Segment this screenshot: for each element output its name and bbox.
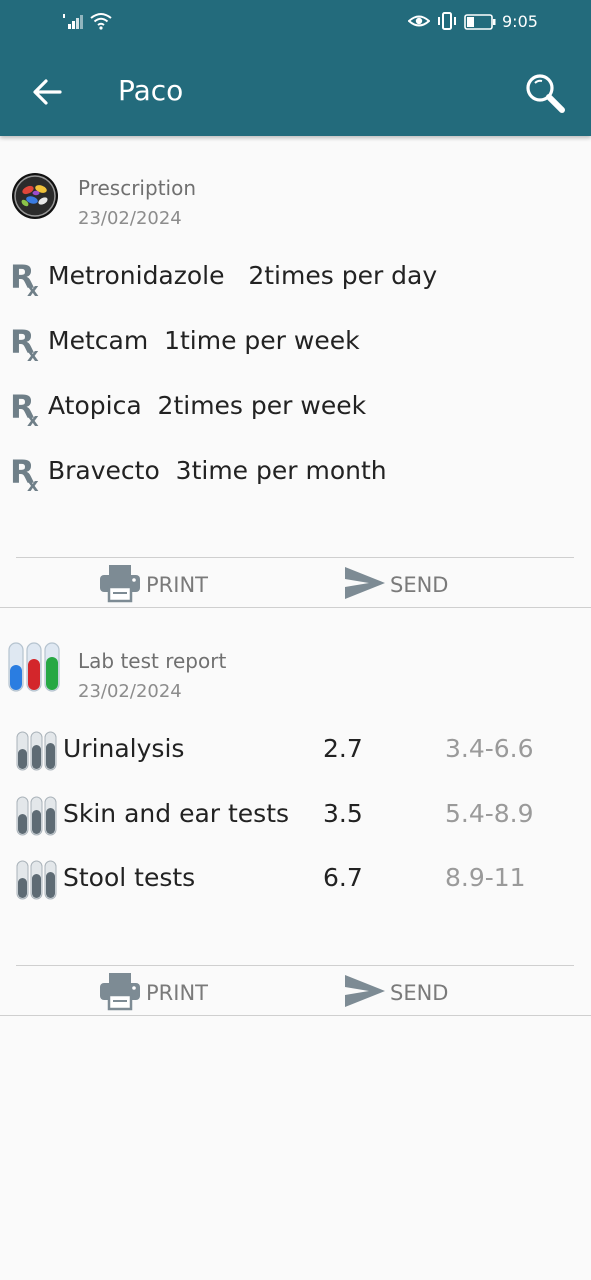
prescription-item: R x Bravecto 3time per month [10,451,570,495]
test-tube-icon [16,860,57,900]
rx-icon: R x [10,388,39,428]
printer-icon [100,565,140,603]
lab-test-name: Urinalysis [63,734,185,763]
lab-print-button[interactable]: PRINT [98,971,218,1011]
prescription-date: 23/02/2024 [78,208,182,229]
lab-test-value: 6.7 [323,863,363,892]
lab-report-title: Lab test report [78,649,227,673]
pills-bowl-icon [12,173,58,219]
printer-icon [100,973,140,1011]
status-time: 9:05 [502,12,538,31]
svg-text:x: x [27,410,39,428]
lab-test-row: Urinalysis 2.7 3.4-6.6 [16,729,576,773]
status-bar: 9:05 [0,0,591,46]
svg-text:x: x [27,475,39,493]
lab-test-row: Stool tests 6.7 8.9-11 [16,858,576,902]
print-label: PRINT [146,981,208,1005]
card-separator [0,1015,591,1016]
signal-icon [63,14,83,29]
test-tube-icon [16,796,57,836]
prescription-item: R x Metronidazole 2times per day [10,256,570,300]
send-label: SEND [390,573,449,597]
lab-test-range: 5.4-8.9 [445,799,534,828]
svg-text:x: x [27,345,39,363]
print-label: PRINT [146,573,208,597]
lab-send-button[interactable]: SEND [343,971,463,1011]
prescription-print-button[interactable]: PRINT [98,563,218,603]
search-button[interactable] [522,70,568,116]
app-bar: 9:05 Paco [0,0,591,136]
prescription-item-text: Metcam 1time per week [48,326,360,355]
lab-test-value: 2.7 [323,734,363,763]
arrow-left-icon [33,79,62,105]
rx-icon: R x [10,258,39,298]
search-icon [526,74,565,113]
back-button[interactable] [28,72,68,112]
lab-test-range: 8.9-11 [445,863,526,892]
rx-icon: R x [10,323,39,363]
send-label: SEND [390,981,449,1005]
prescription-item-text: Atopica 2times per week [48,391,367,420]
prescription-title: Prescription [78,176,196,200]
wifi-icon [90,13,112,30]
vibrate-icon [438,12,456,30]
test-tubes-icon [8,642,60,692]
prescription-item-text: Bravecto 3time per month [48,456,387,485]
test-tube-icon [16,731,57,771]
lab-test-row: Skin and ear tests 3.5 5.4-8.9 [16,794,576,838]
battery-icon [464,14,496,30]
lab-report-date: 23/02/2024 [78,681,182,702]
prescription-item-text: Metronidazole 2times per day [48,261,438,290]
eye-comfort-icon [408,15,430,27]
prescription-item: R x Atopica 2times per week [10,386,570,430]
card-separator [0,607,591,608]
lab-test-name: Skin and ear tests [63,799,290,828]
page-title: Paco [118,74,184,107]
prescription-send-button[interactable]: SEND [343,563,463,603]
send-icon [345,567,385,599]
divider [16,557,574,558]
rx-icon: R x [10,453,39,493]
lab-test-name: Stool tests [63,863,196,892]
lab-test-range: 3.4-6.6 [445,734,534,763]
send-icon [345,975,385,1007]
prescription-item: R x Metcam 1time per week [10,321,570,365]
lab-test-value: 3.5 [323,799,363,828]
svg-text:x: x [27,280,39,298]
divider [16,965,574,966]
